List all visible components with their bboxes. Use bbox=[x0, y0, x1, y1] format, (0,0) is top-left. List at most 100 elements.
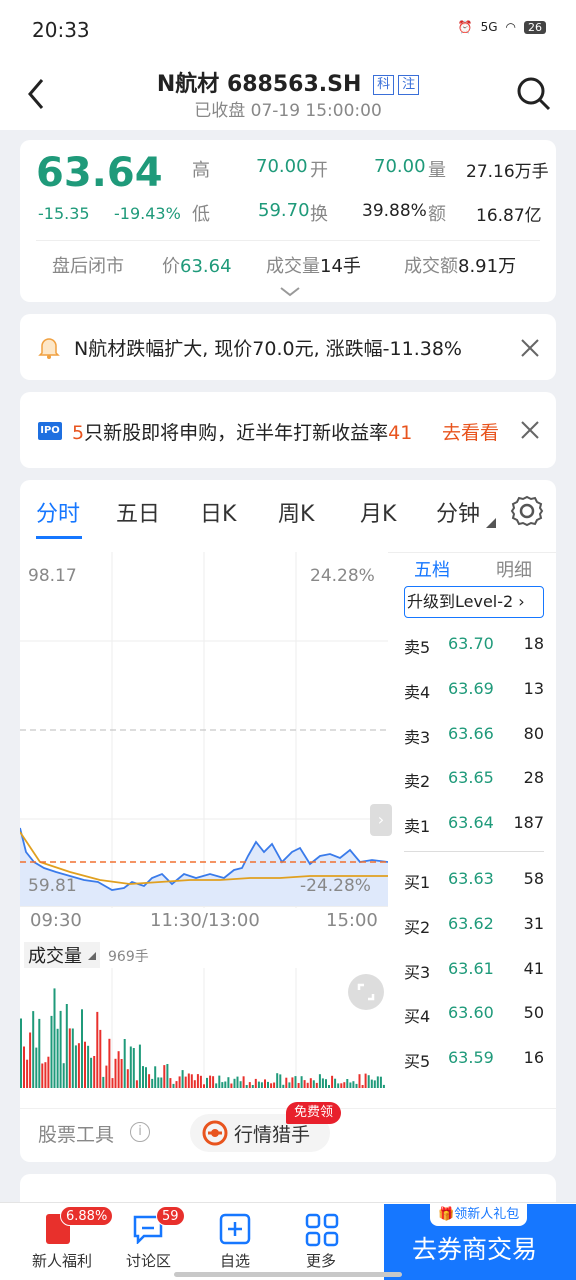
close-icon[interactable] bbox=[520, 420, 540, 440]
volume-bar bbox=[355, 1083, 358, 1088]
tab-monthly-k[interactable]: 月K bbox=[360, 496, 396, 528]
tab-daily-k[interactable]: 日K bbox=[200, 496, 236, 528]
expand-button[interactable] bbox=[278, 284, 302, 298]
order-row: 买2 63.62 31 bbox=[404, 914, 564, 944]
order-label: 买1 bbox=[404, 873, 431, 892]
benefit-badge: 6.88% bbox=[60, 1206, 114, 1226]
volume-bar bbox=[264, 1079, 266, 1088]
volume-bar bbox=[206, 1077, 208, 1088]
after-vol-label: 成交量 bbox=[266, 256, 320, 277]
volume-bar bbox=[105, 1065, 108, 1088]
volume-bar bbox=[172, 1083, 175, 1088]
tab-five-level[interactable]: 五档 bbox=[414, 556, 450, 582]
volume-bar bbox=[99, 1029, 102, 1088]
time-label-open: 09:30 bbox=[30, 910, 82, 931]
order-price: 63.64 bbox=[448, 813, 494, 832]
divider bbox=[20, 906, 388, 907]
gift-badge: 🎁领新人礼包 bbox=[430, 1204, 528, 1226]
tab-minute[interactable]: 分钟 bbox=[436, 496, 480, 528]
market-status: 已收盘 07-19 15:00:00 bbox=[194, 101, 382, 121]
order-qty: 58 bbox=[523, 869, 544, 888]
price-alert-card[interactable]: N航材跌幅扩大, 现价70.0元, 涨跌幅-11.38% bbox=[20, 314, 556, 380]
volume-bar bbox=[114, 1058, 117, 1088]
after-price-label: 价 bbox=[162, 256, 180, 277]
volume-bar bbox=[242, 1076, 245, 1088]
volume-value: 27.16万手 bbox=[466, 162, 549, 182]
amount-value: 16.87亿 bbox=[476, 206, 542, 226]
volume-chart[interactable] bbox=[20, 968, 388, 1088]
search-button[interactable] bbox=[514, 74, 554, 114]
volume-bar bbox=[282, 1084, 285, 1088]
chart-expand-handle[interactable]: › bbox=[370, 804, 392, 836]
volume-bar bbox=[215, 1083, 218, 1088]
tag-registered[interactable]: 注 bbox=[398, 75, 420, 95]
order-price: 63.61 bbox=[448, 959, 494, 978]
trade-label: 去券商交易 bbox=[412, 1235, 538, 1264]
volume-bar bbox=[358, 1074, 361, 1088]
volume-bar bbox=[135, 1080, 138, 1088]
order-row: 买4 63.60 50 bbox=[404, 1003, 564, 1033]
nav-watchlist[interactable]: 自选 bbox=[206, 1208, 266, 1274]
close-icon[interactable] bbox=[520, 338, 540, 358]
tag-star[interactable]: 科 bbox=[373, 75, 395, 95]
divider bbox=[404, 851, 544, 852]
last-price: 63.64 bbox=[36, 150, 163, 196]
high-label: 高 bbox=[192, 160, 210, 181]
fullscreen-button[interactable] bbox=[348, 974, 384, 1010]
ipo-card[interactable]: IPO 5只新股即将申购，近半年打新收益率41 去看看 bbox=[20, 392, 556, 468]
tab-five-day[interactable]: 五日 bbox=[116, 496, 160, 528]
nav-more[interactable]: 更多 bbox=[292, 1208, 352, 1274]
tab-detail[interactable]: 明细 bbox=[496, 556, 532, 582]
wifi-icon: ◠ bbox=[505, 20, 516, 34]
volume-bar bbox=[148, 1074, 151, 1088]
broker-trade-button[interactable]: 🎁领新人礼包 去券商交易 bbox=[384, 1204, 576, 1280]
ipo-go-link[interactable]: 去看看 bbox=[442, 418, 499, 445]
volume-bar bbox=[346, 1079, 349, 1088]
volume-bar bbox=[151, 1078, 154, 1088]
add-watchlist-icon bbox=[219, 1213, 251, 1245]
low-label: 低 bbox=[192, 204, 210, 225]
order-qty: 41 bbox=[523, 959, 544, 978]
after-vol-value: 14手 bbox=[320, 256, 361, 277]
volume-bar bbox=[41, 1063, 44, 1088]
chart-bottom-pct: -24.28% bbox=[300, 876, 371, 896]
watchlist-label: 自选 bbox=[220, 1252, 251, 1270]
volume-bar bbox=[203, 1084, 205, 1088]
volume-bar bbox=[309, 1078, 312, 1088]
hunter-icon bbox=[202, 1120, 228, 1146]
grid-icon bbox=[305, 1213, 339, 1247]
order-label: 买2 bbox=[404, 918, 431, 937]
info-icon[interactable]: i bbox=[130, 1122, 150, 1142]
volume-bar bbox=[53, 988, 56, 1088]
order-qty: 80 bbox=[523, 724, 544, 743]
volume-bar bbox=[62, 1063, 65, 1088]
upgrade-level2-button[interactable]: 升级到Level-2 › bbox=[404, 586, 544, 618]
volume-bar bbox=[318, 1074, 321, 1088]
settings-icon[interactable] bbox=[510, 494, 544, 528]
volume-bar bbox=[190, 1074, 193, 1088]
order-row: 买3 63.61 41 bbox=[404, 959, 564, 989]
order-qty: 28 bbox=[523, 768, 544, 787]
turnover-label: 换 bbox=[310, 204, 328, 225]
sell-orders: 卖5 63.70 18 卖4 63.69 13 卖3 63.66 80 卖2 63.65 28 … bbox=[404, 634, 564, 836]
discuss-badge: 59 bbox=[156, 1206, 185, 1226]
battery-icon: 26 bbox=[524, 20, 546, 34]
after-hours-label: 盘后闭市 bbox=[52, 256, 124, 277]
nav-benefit[interactable]: 6.88% 新人福利 bbox=[28, 1206, 114, 1274]
ipo-count: 5 bbox=[72, 422, 85, 444]
tab-intraday[interactable]: 分时 bbox=[36, 496, 80, 528]
volume-bar bbox=[257, 1081, 260, 1088]
volume-bar bbox=[312, 1080, 315, 1088]
bell-icon bbox=[38, 338, 60, 359]
volume-bar bbox=[129, 1046, 132, 1088]
time-label-close: 15:00 bbox=[326, 910, 378, 931]
volume-bar bbox=[32, 1011, 35, 1088]
nav-discuss[interactable]: 59 讨论区 bbox=[118, 1206, 198, 1274]
intraday-chart[interactable] bbox=[20, 552, 388, 908]
chart-top-pct: 24.28% bbox=[310, 566, 375, 586]
order-label: 卖4 bbox=[404, 683, 431, 702]
volume-bar bbox=[227, 1077, 230, 1088]
tab-weekly-k[interactable]: 周K bbox=[278, 496, 314, 528]
volume-bar bbox=[230, 1083, 233, 1088]
order-label: 买5 bbox=[404, 1052, 431, 1071]
